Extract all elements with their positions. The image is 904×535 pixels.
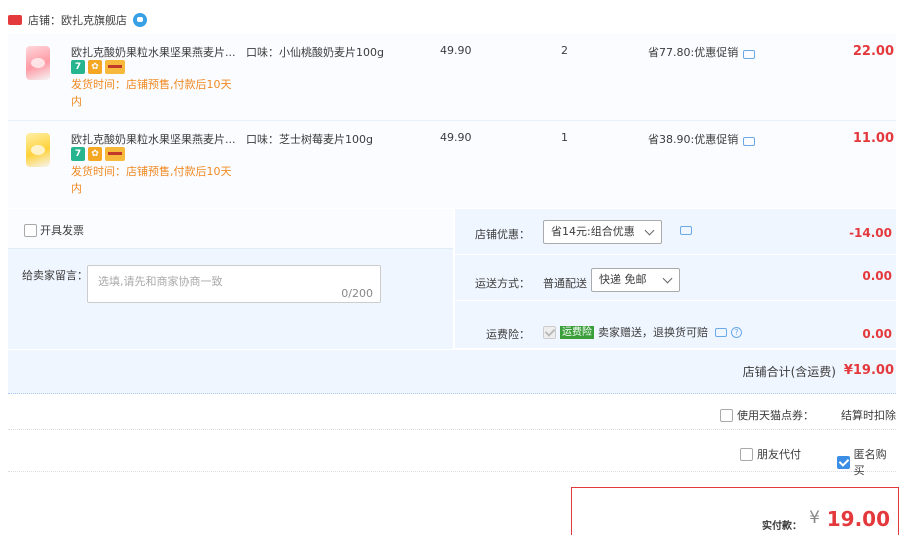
payment-summary: 实付款： ¥ 19.00 — [571, 487, 899, 535]
flower-badge-icon: ✿ — [88, 147, 102, 161]
insurance-info: 运费险 卖家赠送，退换货可赔 ? — [543, 324, 742, 340]
discount-select[interactable]: 省14元:组合优惠 — [543, 220, 662, 244]
shipping-method-text: 普通配送 — [543, 277, 587, 290]
discount-label: 店铺优惠： — [475, 228, 530, 241]
chevron-down-icon — [644, 225, 655, 236]
message-placeholder: 选填,请先和商家协商一致 — [98, 275, 223, 288]
anonymous-label: 匿名购买 — [853, 448, 887, 477]
invoice-label: 开具发票 — [40, 224, 84, 237]
friend-pay-option[interactable]: 朋友代付 — [740, 446, 801, 462]
chevron-down-icon — [662, 273, 673, 284]
service-badges: 7 ✿ — [71, 60, 125, 74]
tmall-points-checkbox[interactable] — [720, 408, 733, 422]
shipping-method-row: 运送方式： 普通配送 快递 免邮 0.00 — [455, 255, 896, 301]
unit-price: 49.90 — [440, 44, 472, 57]
shipping-value: 0.00 — [862, 269, 892, 283]
product-thumbnail[interactable] — [20, 131, 56, 171]
promo-text: 省77.80:优惠促销 — [648, 46, 739, 59]
promo-text: 省38.90:优惠促销 — [648, 133, 739, 146]
tmall-points-row: 使用天猫点券： 结算时扣除 — [8, 396, 896, 430]
product-title[interactable]: 欧扎克酸奶果粒水果坚果燕麦片... — [71, 131, 236, 147]
shop-total-row: 店铺合计(含运费) ¥19.00 — [8, 350, 896, 394]
credit-card-icon — [105, 60, 125, 74]
shop-header: 店铺：欧扎克旗舰店 — [8, 10, 147, 30]
promo-info: 省77.80:优惠促销 — [648, 44, 756, 60]
item-subtotal: 11.00 — [852, 131, 894, 146]
tmall-points-note: 结算时扣除 — [841, 409, 896, 422]
promo-info: 省38.90:优惠促销 — [648, 131, 756, 147]
shop-total-label: 店铺合计(含运费) — [742, 365, 836, 379]
list-item: 欧扎克酸奶果粒水果坚果燕麦片... 7 ✿ 发货时间：店铺预售,付款后10天内 … — [8, 34, 896, 121]
message-icon[interactable] — [680, 226, 692, 235]
quantity: 1 — [561, 131, 568, 144]
shipping-time: 发货时间：店铺预售,付款后10天内 — [71, 165, 232, 195]
product-spec: 口味：小仙桃酸奶麦片100g — [246, 46, 384, 59]
invoice-row: 开具发票 — [8, 209, 453, 249]
pay-amount: 19.00 — [826, 507, 890, 531]
seven-day-return-icon: 7 — [71, 147, 85, 161]
anonymous-option[interactable]: 匿名购买 — [837, 446, 896, 478]
unit-price: 49.90 — [440, 131, 472, 144]
message-icon[interactable] — [743, 49, 756, 59]
item-list: 欧扎克酸奶果粒水果坚果燕麦片... 7 ✿ 发货时间：店铺预售,付款后10天内 … — [8, 34, 896, 208]
discount-row: 店铺优惠： 省14元:组合优惠 -14.00 — [455, 209, 896, 255]
shipping-selected: 快递 免邮 — [599, 273, 647, 286]
message-icon[interactable] — [743, 136, 756, 146]
flower-badge-icon: ✿ — [88, 60, 102, 74]
shop-total-value: ¥19.00 — [843, 363, 894, 378]
insurance-row: 运费险： 运费险 卖家赠送，退换货可赔 ? 0.00 — [455, 301, 896, 349]
message-label: 给卖家留言： — [22, 269, 88, 282]
order-options-left: 开具发票 给卖家留言： 选填,请先和商家协商一致 0/200 — [8, 209, 453, 349]
payment-options-row: 朋友代付 匿名购买 — [8, 432, 896, 477]
invoice-checkbox[interactable] — [24, 223, 37, 237]
seven-day-return-icon: 7 — [71, 60, 85, 74]
order-options-right: 店铺优惠： 省14元:组合优惠 -14.00 运送方式： 普通配送 快递 免邮 … — [455, 209, 896, 349]
list-item: 欧扎克酸奶果粒水果坚果燕麦片... 7 ✿ 发货时间：店铺预售,付款后10天内 … — [8, 121, 896, 208]
discount-value: -14.00 — [849, 226, 892, 240]
insurance-value: 0.00 — [862, 327, 892, 341]
service-badges: 7 ✿ — [71, 147, 125, 161]
tmall-points-label: 使用天猫点券： — [737, 409, 814, 422]
shop-name[interactable]: 店铺：欧扎克旗舰店 — [28, 12, 127, 28]
shipping-method-label: 运送方式： — [475, 277, 530, 290]
credit-card-icon — [105, 147, 125, 161]
product-spec: 口味：芝士树莓麦片100g — [246, 133, 373, 146]
insurance-checkbox — [543, 325, 556, 339]
discount-selected: 省14元:组合优惠 — [551, 225, 635, 238]
item-subtotal: 22.00 — [852, 44, 894, 59]
insurance-label: 运费险： — [486, 328, 530, 341]
chat-icon[interactable] — [133, 13, 147, 27]
insurance-text: 卖家赠送，退换货可赔 — [598, 326, 708, 339]
shipping-method-select[interactable]: 快递 免邮 — [591, 268, 680, 292]
invoice-option[interactable]: 开具发票 — [24, 222, 84, 238]
friend-pay-label: 朋友代付 — [757, 448, 801, 461]
insurance-tag: 运费险 — [560, 325, 594, 339]
seller-message-input[interactable]: 选填,请先和商家协商一致 0/200 — [87, 265, 381, 303]
tmall-points-option[interactable]: 使用天猫点券： — [720, 407, 814, 423]
message-char-count: 0/200 — [341, 287, 373, 300]
product-title[interactable]: 欧扎克酸奶果粒水果坚果燕麦片... — [71, 44, 236, 60]
product-thumbnail[interactable] — [20, 44, 56, 84]
help-icon[interactable]: ? — [731, 326, 742, 338]
message-icon[interactable] — [715, 327, 727, 337]
tmall-shop-icon — [8, 15, 22, 25]
pay-label: 实付款： — [762, 521, 802, 532]
quantity: 2 — [561, 44, 568, 57]
shipping-time: 发货时间：店铺预售,付款后10天内 — [71, 78, 232, 108]
anonymous-checkbox[interactable] — [837, 455, 850, 469]
friend-pay-checkbox[interactable] — [740, 447, 753, 461]
pay-currency: ¥ — [809, 508, 820, 528]
